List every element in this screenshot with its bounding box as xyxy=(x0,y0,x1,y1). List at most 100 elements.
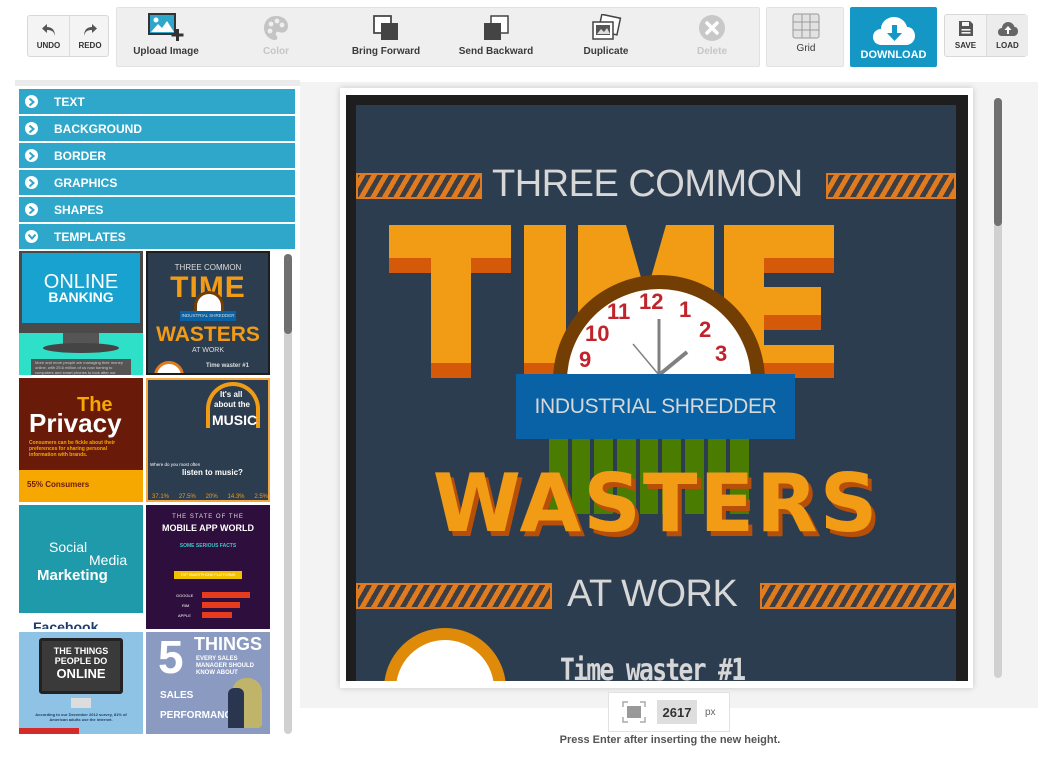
template-text: It's all xyxy=(220,390,243,399)
template-online-banking[interactable]: ONLINE BANKING More and more people are … xyxy=(19,251,143,375)
template-social-media[interactable]: Social Media Marketing Facebook xyxy=(19,505,143,629)
headline-three-common: THREE COMMON xyxy=(492,163,803,205)
clock-number: 12 xyxy=(639,289,664,314)
bar xyxy=(202,592,250,598)
template-stat: 55% Consumers xyxy=(27,480,90,489)
delete-button[interactable]: Delete xyxy=(663,8,761,66)
duplicate-button[interactable]: Duplicate xyxy=(557,8,655,66)
sidebar-item-border[interactable]: BORDER xyxy=(19,143,295,168)
template-title: Privacy xyxy=(29,408,122,438)
cloud-upload-icon xyxy=(997,22,1018,36)
template-title: ONLINE xyxy=(56,666,106,681)
color-button[interactable]: Color xyxy=(227,8,325,66)
template-text: Where do you most often xyxy=(150,462,201,467)
template-privacy[interactable]: The Privacy Consumers can be fickle abou… xyxy=(19,378,143,502)
bring-forward-icon xyxy=(373,15,398,40)
sidebar-item-shapes[interactable]: SHAPES xyxy=(19,197,295,222)
infographic-canvas[interactable]: THREE COMMON 9 10 11 12 1 2 3 INDUSTRIAL… xyxy=(346,95,968,681)
duplicate-icon xyxy=(592,14,622,40)
sidebar-item-graphics[interactable]: GRAPHICS xyxy=(19,170,295,195)
color-label: Color xyxy=(262,46,290,57)
redo-button[interactable]: REDO xyxy=(70,16,110,56)
infographic-background: THREE COMMON 9 10 11 12 1 2 3 INDUSTRIAL… xyxy=(356,105,956,681)
monitor-base xyxy=(43,343,119,353)
stat-value: 20% xyxy=(205,494,218,500)
stat-value: 14.3% xyxy=(227,494,245,500)
template-sales-things[interactable]: 5 THINGS EVERY SALES MANAGER SHOULD KNOW… xyxy=(146,632,270,734)
hazard-stripe-left xyxy=(356,173,482,199)
panel-header-bar xyxy=(15,80,300,86)
save-label: SAVE xyxy=(954,41,977,50)
template-title: MOBILE APP WORLD xyxy=(162,523,254,533)
template-text: SALES xyxy=(160,690,194,701)
clock-number: 10 xyxy=(585,321,610,346)
decor-circle xyxy=(154,361,184,373)
upload-image-icon xyxy=(148,13,184,41)
templates-scrollbar-thumb[interactable] xyxy=(284,254,292,334)
cloud-download-icon xyxy=(872,17,915,45)
template-text: Facebook xyxy=(33,619,99,629)
upload-image-button[interactable]: Upload Image xyxy=(117,8,215,66)
clock-number: 9 xyxy=(579,347,592,372)
chevron-right-icon xyxy=(25,122,38,135)
template-music[interactable]: It's all about the MUSIC Where do you mo… xyxy=(146,378,270,502)
load-label: LOAD xyxy=(996,41,1019,50)
upload-image-label: Upload Image xyxy=(133,46,199,57)
bar-label: APPLE xyxy=(178,613,191,618)
sidebar-item-text[interactable]: TEXT xyxy=(19,89,295,114)
chevron-right-icon xyxy=(25,95,38,108)
template-title: WASTERS xyxy=(156,323,260,346)
clock-icon: 9 10 11 12 1 2 3 xyxy=(553,275,765,385)
template-text: SOME SERIOUS FACTS xyxy=(179,543,237,549)
edit-toolbar: Upload Image Color Bring Forward Send Ba… xyxy=(116,7,760,67)
resize-icon xyxy=(622,701,646,723)
undo-icon xyxy=(41,24,55,36)
template-mobile-app-world[interactable]: THE STATE OF THE MOBILE APP WORLD SOME S… xyxy=(146,505,270,629)
sidebar-item-label: TEXT xyxy=(54,94,85,109)
template-things-online[interactable]: THE THINGS PEOPLE DO ONLINE According to… xyxy=(19,632,143,734)
canvas-height-input[interactable] xyxy=(657,700,697,724)
chevron-right-icon xyxy=(25,149,38,162)
time-waster-circle xyxy=(384,628,506,681)
monitor-stand xyxy=(71,698,91,708)
template-caption: According to our December 2012 survey, 8… xyxy=(35,712,127,722)
bring-forward-label: Bring Forward xyxy=(351,46,421,57)
sidebar-item-label: BACKGROUND xyxy=(54,121,142,136)
clock-number: 3 xyxy=(715,341,728,366)
grid-button[interactable]: Grid xyxy=(767,8,845,66)
template-stats: 37.1% 27.5% 20% 14.3% 2.5% xyxy=(152,494,268,500)
send-backward-button[interactable]: Send Backward xyxy=(447,8,545,66)
canvas-scrollbar-thumb[interactable] xyxy=(994,98,1002,226)
undo-button[interactable]: UNDO xyxy=(28,16,69,56)
stat-value: 2.5% xyxy=(254,494,268,500)
template-time-wasters[interactable]: THREE COMMON TIME INDUSTRIAL SHREDDER WA… xyxy=(146,251,270,375)
bring-forward-button[interactable]: Bring Forward xyxy=(337,8,435,66)
load-button[interactable]: LOAD xyxy=(987,15,1028,56)
download-button[interactable]: DOWNLOAD xyxy=(850,7,937,67)
template-text: THE STATE OF THE xyxy=(172,514,244,520)
delete-label: Delete xyxy=(696,46,727,57)
person-graphic xyxy=(228,688,244,728)
save-button[interactable]: SAVE xyxy=(945,15,986,56)
bar-label: RIM xyxy=(182,603,190,608)
hazard-stripe-left xyxy=(356,583,552,609)
height-unit: px xyxy=(705,706,716,718)
grid-group: Grid xyxy=(766,7,844,67)
template-caption: Consumers can be fickle about their pref… xyxy=(29,440,116,458)
redo-label: REDO xyxy=(78,41,102,50)
clock-number: 2 xyxy=(699,317,712,342)
bar-label: GOOGLE xyxy=(176,593,194,598)
template-text: EVERY SALES MANAGER SHOULD KNOW ABOUT xyxy=(196,656,254,676)
file-group: SAVE LOAD xyxy=(944,14,1028,57)
stat-value: 27.5% xyxy=(178,494,196,500)
bar xyxy=(202,602,240,608)
chevron-down-icon xyxy=(25,230,38,243)
template-text: INDUSTRIAL SHREDDER xyxy=(180,311,236,321)
sidebar-item-templates[interactable]: TEMPLATES xyxy=(19,224,295,249)
sidebar-item-background[interactable]: BACKGROUND xyxy=(19,116,295,141)
template-title: 5 xyxy=(158,632,184,683)
canvas-height-control: px xyxy=(608,692,730,732)
height-hint: Press Enter after inserting the new heig… xyxy=(559,734,781,746)
sidebar-item-label: GRAPHICS xyxy=(54,175,118,190)
section-title: Time waster #1 xyxy=(560,653,746,681)
